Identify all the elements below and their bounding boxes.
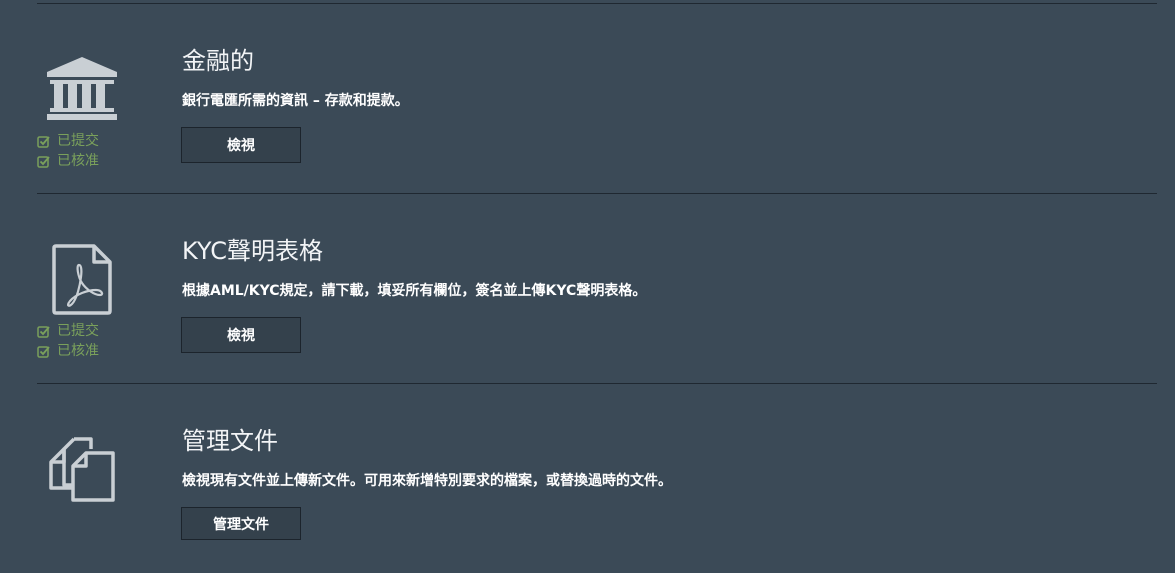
status-approved: 已核准 bbox=[37, 341, 157, 361]
view-kyc-button[interactable]: 檢視 bbox=[181, 317, 301, 353]
status-label: 已核准 bbox=[57, 343, 99, 359]
section-title: 金融的 bbox=[182, 47, 254, 75]
checkbox-check-icon bbox=[37, 155, 50, 168]
status-approved: 已核准 bbox=[37, 151, 157, 171]
status-submitted: 已提交 bbox=[37, 321, 157, 341]
pdf-document-icon bbox=[42, 243, 122, 323]
checkbox-check-icon bbox=[37, 135, 50, 148]
section-title: KYC聲明表格 bbox=[182, 237, 323, 265]
manage-documents-button[interactable]: 管理文件 bbox=[181, 507, 301, 540]
status-list: 已提交 已核准 bbox=[37, 321, 157, 361]
section-description: 銀行電匯所需的資訊 – 存款和提款。 bbox=[182, 93, 409, 109]
status-list: 已提交 已核准 bbox=[37, 131, 157, 171]
view-financial-button[interactable]: 檢視 bbox=[181, 127, 301, 163]
status-submitted: 已提交 bbox=[37, 131, 157, 151]
bank-icon bbox=[42, 53, 122, 133]
checkbox-check-icon bbox=[37, 345, 50, 358]
status-label: 已核准 bbox=[57, 153, 99, 169]
kyc-section: 已提交 已核准 KYC聲明表格 根據AML/KYC規定，請下載，填妥所有欄位，簽… bbox=[0, 193, 1175, 381]
section-description: 根據AML/KYC規定，請下載，填妥所有欄位，簽名並上傳KYC聲明表格。 bbox=[182, 283, 647, 299]
documents-section: 管理文件 檢視現有文件並上傳新文件。可用來新增特別要求的檔案，或替換過時的文件。… bbox=[0, 383, 1175, 571]
section-description: 檢視現有文件並上傳新文件。可用來新增特別要求的檔案，或替換過時的文件。 bbox=[182, 473, 672, 489]
status-label: 已提交 bbox=[57, 133, 99, 149]
checkbox-check-icon bbox=[37, 325, 50, 338]
status-label: 已提交 bbox=[57, 323, 99, 339]
financial-section: 已提交 已核准 金融的 銀行電匯所需的資訊 – 存款和提款。 檢視 bbox=[0, 3, 1175, 191]
documents-icon bbox=[42, 436, 122, 516]
section-title: 管理文件 bbox=[182, 427, 278, 455]
